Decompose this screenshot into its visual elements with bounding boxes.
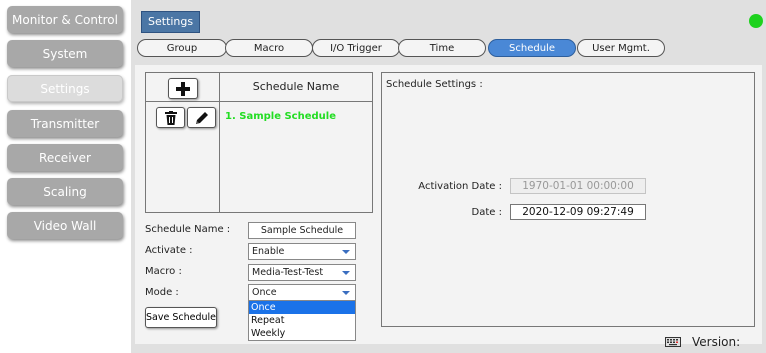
add-schedule-button[interactable] [168,78,198,99]
tab-group[interactable]: Group [137,39,227,57]
date-input[interactable]: 2020-12-09 09:27:49 [510,204,646,220]
status-indicator [749,14,763,28]
sidebar-item-video-wall[interactable]: Video Wall [7,212,123,239]
keyboard-keys [667,339,678,346]
macro-value: Media-Test-Test [252,267,324,278]
chevron-down-icon [342,250,350,254]
list-column-divider [219,73,220,212]
schedule-list: Schedule Name 1. Sample Schedule [145,72,373,213]
sidebar-item-receiver[interactable]: Receiver [7,144,123,171]
activation-date-field: 1970-01-01 00:00:00 [510,178,646,194]
plus-icon [176,81,190,96]
mode-select[interactable]: Once [248,284,356,301]
macro-select[interactable]: Media-Test-Test [248,264,356,281]
schedule-name-column-header: Schedule Name [252,80,340,93]
schedule-name-input[interactable]: Sample Schedule [248,222,356,239]
macro-label: Macro : [145,266,182,277]
sidebar-item-system[interactable]: System [7,40,123,67]
sidebar-item-settings[interactable]: Settings [7,75,123,102]
list-header-divider [146,101,372,102]
mode-dropdown-list: Once Repeat Weekly [248,300,356,341]
mode-option-repeat[interactable]: Repeat [249,314,355,327]
mode-option-once[interactable]: Once [249,301,355,314]
tab-macro[interactable]: Macro [225,39,313,57]
save-schedule-button[interactable]: Save Schedule [145,307,217,328]
version-label: Version: [692,335,741,349]
schedule-settings-title: Schedule Settings : [386,79,483,90]
chevron-down-icon [342,271,350,275]
schedule-content: Schedule Name 1. Sample Schedule Schedul… [135,65,762,344]
tab-io-trigger[interactable]: I/O Trigger [312,39,400,57]
activate-label: Activate : [145,245,193,256]
keyboard-icon [665,337,681,347]
sidebar-item-scaling[interactable]: Scaling [7,178,123,205]
sidebar-item-monitor-control[interactable]: Monitor & Control [7,6,123,33]
chevron-down-icon [342,291,350,295]
mode-value: Once [252,287,277,298]
tab-time[interactable]: Time [398,39,486,57]
schedule-settings-panel: Schedule Settings : Activation Date : 19… [381,72,755,327]
mode-label: Mode : [145,287,179,298]
date-label: Date : [471,207,502,218]
sidebar-item-transmitter[interactable]: Transmitter [7,110,123,137]
tab-schedule[interactable]: Schedule [488,39,576,57]
mode-option-weekly[interactable]: Weekly [249,327,355,340]
tab-user-mgmt[interactable]: User Mgmt. [577,39,665,57]
main-panel: Settings Group Macro I/O Trigger Time Sc… [131,0,766,353]
pencil-icon [195,111,208,124]
delete-schedule-button[interactable] [156,107,185,128]
schedule-list-item[interactable]: 1. Sample Schedule [225,111,336,122]
schedule-name-label: Schedule Name : [145,224,231,235]
activation-date-label: Activation Date : [418,181,502,192]
section-label: Settings [141,11,201,33]
edit-schedule-button[interactable] [187,107,216,128]
sidebar: Monitor & Control System Settings Transm… [0,0,129,353]
trash-icon [164,110,177,125]
activate-value: Enable [252,246,285,257]
activate-select[interactable]: Enable [248,243,356,260]
